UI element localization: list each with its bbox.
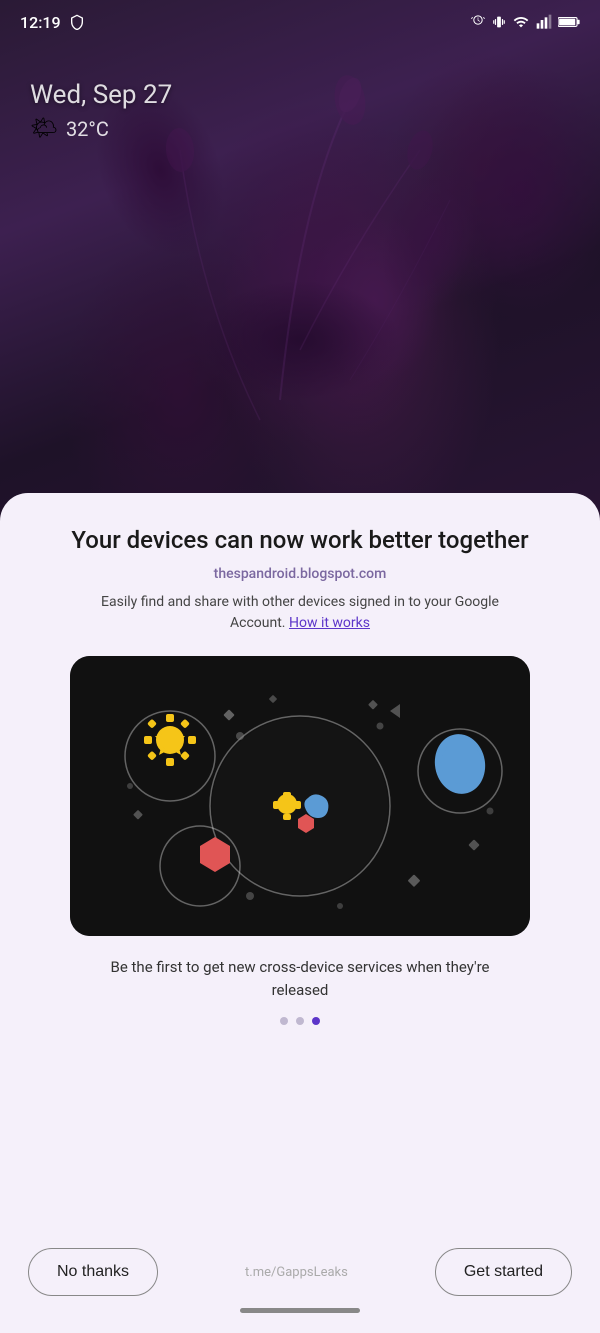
signal-icon [536, 14, 552, 30]
bottom-sheet-dialog: Your devices can now work better togethe… [0, 493, 600, 1333]
weather-temp: 32°C [66, 117, 109, 141]
how-it-works-link[interactable]: How it works [289, 615, 370, 631]
status-icons [470, 14, 580, 30]
home-indicator[interactable] [240, 1308, 360, 1313]
lockscreen-weather: 🌤 32°C [30, 116, 172, 141]
illustration-container [70, 656, 530, 936]
no-thanks-button[interactable]: No thanks [28, 1248, 158, 1296]
lockscreen-info: Wed, Sep 27 🌤 32°C [30, 80, 172, 141]
caption-text: Be the first to get new cross-device ser… [110, 956, 490, 1001]
battery-icon [558, 15, 580, 29]
dot-1 [280, 1017, 288, 1025]
dot-2 [296, 1017, 304, 1025]
button-row: No thanks t.me/GappsLeaks Get started [24, 1248, 576, 1296]
alarm-icon [470, 14, 486, 30]
dialog-title: Your devices can now work better togethe… [71, 525, 528, 556]
dots-indicator [280, 1017, 320, 1025]
devices-illustration [70, 656, 530, 936]
shield-icon [69, 14, 85, 30]
dialog-description: Easily find and share with other devices… [90, 592, 510, 634]
dialog-subtitle: thespandroid.blogspot.com [214, 566, 387, 582]
watermark-text: t.me/GappsLeaks [158, 1265, 435, 1280]
weather-icon: 🌤 [30, 116, 58, 141]
get-started-button[interactable]: Get started [435, 1248, 572, 1296]
wifi-icon [512, 14, 530, 30]
vibrate-icon [492, 14, 506, 30]
status-time: 12:19 [20, 13, 61, 32]
dot-3-active [312, 1017, 320, 1025]
status-bar: 12:19 [0, 0, 600, 44]
lockscreen-date: Wed, Sep 27 [30, 80, 172, 110]
